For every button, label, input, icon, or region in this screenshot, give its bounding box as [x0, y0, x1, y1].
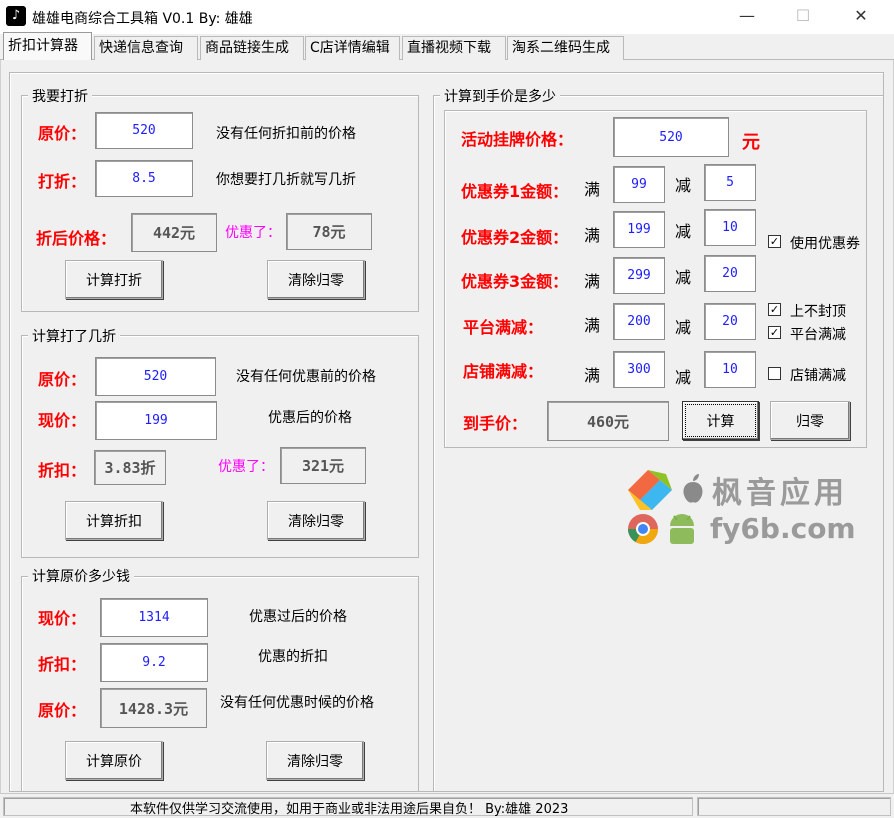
discount-rate-input[interactable]: 8.5: [95, 160, 193, 197]
calc-rate-button[interactable]: 计算折扣: [65, 501, 163, 540]
group-final-legend: 计算到手价是多少: [440, 86, 560, 106]
origprice-orig-output: 1428.3元: [100, 688, 207, 728]
chrome-logo-icon: [628, 514, 658, 545]
origprice-now-hint: 优惠过后的价格: [249, 609, 347, 625]
shop-full-text: 满: [584, 366, 601, 385]
coupon2-minus-input[interactable]: 10: [704, 209, 756, 246]
tab-product-link[interactable]: 商品链接生成: [200, 36, 304, 60]
watermark-cn: 枫音应用: [712, 476, 848, 511]
origprice-rate-hint: 优惠的折扣: [258, 649, 328, 665]
whatrate-now-label: 现价：: [38, 411, 87, 430]
whatrate-orig-hint: 没有任何优惠前的价格: [236, 369, 376, 385]
windows-logo-icon: [628, 470, 672, 510]
final-list-input[interactable]: 520: [613, 117, 729, 157]
tab-qrcode[interactable]: 淘系二维码生成: [507, 36, 624, 60]
calc-discount-button[interactable]: 计算打折: [65, 260, 163, 299]
platform-minus-text: 减: [675, 318, 692, 337]
origprice-rate-input[interactable]: 9.2: [100, 643, 208, 682]
platform-full-input[interactable]: 200: [613, 303, 665, 340]
close-button[interactable]: ✕: [838, 0, 884, 34]
whatrate-now-input[interactable]: 199: [95, 401, 217, 440]
origprice-orig-hint: 没有任何优惠时候的价格: [220, 695, 374, 711]
android-logo-icon: [670, 514, 694, 544]
apple-logo-icon: [683, 474, 703, 503]
shop-full-input[interactable]: 300: [613, 351, 665, 388]
tab-live-video-download[interactable]: 直播视频下载: [402, 36, 506, 60]
tab-express-query[interactable]: 快递信息查询: [94, 36, 198, 60]
origprice-orig-label: 原价：: [38, 701, 87, 720]
platform-check-label: 平台满减: [790, 327, 846, 343]
clear-final-button[interactable]: 归零: [770, 401, 850, 440]
tab-discount-calculator[interactable]: 折扣计算器: [3, 32, 92, 61]
maximize-button[interactable]: ☐: [780, 0, 826, 34]
shop-checkbox[interactable]: [768, 367, 781, 380]
status-segment-extra: [697, 797, 891, 816]
no-cap-label: 上不封顶: [790, 304, 846, 320]
app-icon: ♪: [6, 6, 26, 26]
shop-minus-input[interactable]: 10: [704, 351, 756, 388]
discount-saved-output: 78元: [286, 213, 372, 250]
discount-orig-hint: 没有任何折扣前的价格: [216, 126, 356, 142]
coupon3-full-input[interactable]: 299: [613, 257, 665, 294]
shop-minus-text: 减: [675, 368, 692, 387]
coupon2-minus-text: 减: [675, 222, 692, 241]
group-origprice-legend: 计算原价多少钱: [28, 566, 134, 586]
group-whatrate-legend: 计算打了几折: [28, 326, 120, 346]
clear-discount-button[interactable]: 清除归零: [267, 260, 365, 299]
coupon1-minus-text: 减: [675, 176, 692, 195]
whatrate-rate-output: 3.83折: [94, 450, 166, 485]
use-coupon-checkbox[interactable]: ✓: [768, 235, 781, 248]
no-cap-checkbox[interactable]: ✓: [768, 303, 781, 316]
coupon2-full-input[interactable]: 199: [613, 211, 665, 248]
window-title: 雄雄电商综合工具箱 V0.1 By: 雄雄: [32, 11, 253, 27]
final-list-label: 活动挂牌价格：: [461, 130, 574, 149]
coupon1-label: 优惠券1金额：: [461, 182, 569, 201]
tab-c-shop-detail[interactable]: C店详情编辑: [305, 36, 400, 60]
coupon3-full-text: 满: [584, 272, 601, 291]
calc-final-button[interactable]: 计算: [682, 401, 759, 440]
final-unit-label: 元: [742, 132, 760, 153]
final-result-label: 到手价：: [463, 414, 528, 433]
origprice-rate-label: 折扣：: [38, 655, 87, 674]
whatrate-orig-label: 原价：: [38, 370, 87, 389]
coupon3-label: 优惠券3金额：: [461, 272, 569, 291]
group-discount-legend: 我要打折: [28, 86, 92, 106]
platform-full-text: 满: [584, 316, 601, 335]
discount-after-label: 折后价格：: [36, 229, 117, 248]
calc-orig-price-button[interactable]: 计算原价: [65, 741, 163, 780]
minimize-button[interactable]: —: [724, 0, 770, 34]
coupon2-full-text: 满: [584, 226, 601, 245]
origprice-now-label: 现价：: [38, 609, 87, 628]
final-result-output: 460元: [547, 401, 669, 441]
discount-orig-label: 原价：: [38, 124, 87, 143]
coupon1-minus-input[interactable]: 5: [704, 164, 756, 201]
shop-label: 店铺满减：: [463, 362, 544, 381]
coupon1-full-text: 满: [584, 180, 601, 199]
whatrate-now-hint: 优惠后的价格: [268, 410, 352, 426]
status-text: 本软件仅供学习交流使用，如用于商业或非法用途后果自负！ By:雄雄 2023: [130, 802, 569, 817]
whatrate-rate-label: 折扣：: [38, 461, 87, 480]
discount-saved-label: 优惠了：: [225, 225, 281, 241]
coupon2-label: 优惠券2金额：: [461, 228, 569, 247]
watermark-url: fy6b.com: [710, 512, 856, 545]
coupon3-minus-text: 减: [675, 268, 692, 287]
shop-check-label: 店铺满减: [790, 368, 846, 384]
discount-after-output: 442元: [131, 213, 217, 252]
coupon3-minus-input[interactable]: 20: [704, 255, 756, 292]
discount-rate-hint: 你想要打几折就写几折: [216, 172, 356, 188]
platform-minus-input[interactable]: 20: [704, 303, 756, 340]
discount-rate-label: 打折：: [38, 172, 87, 191]
whatrate-saved-label: 优惠了：: [218, 459, 274, 475]
clear-rate-button[interactable]: 清除归零: [267, 501, 365, 540]
use-coupon-label: 使用优惠券: [790, 236, 860, 252]
origprice-now-input[interactable]: 1314: [100, 598, 208, 637]
discount-orig-input[interactable]: 520: [95, 112, 193, 149]
platform-checkbox[interactable]: ✓: [768, 326, 781, 339]
coupon1-full-input[interactable]: 99: [613, 166, 665, 203]
clear-orig-price-button[interactable]: 清除归零: [266, 741, 364, 780]
platform-label: 平台满减：: [463, 318, 544, 337]
whatrate-orig-input[interactable]: 520: [95, 357, 216, 396]
whatrate-saved-output: 321元: [280, 447, 366, 484]
